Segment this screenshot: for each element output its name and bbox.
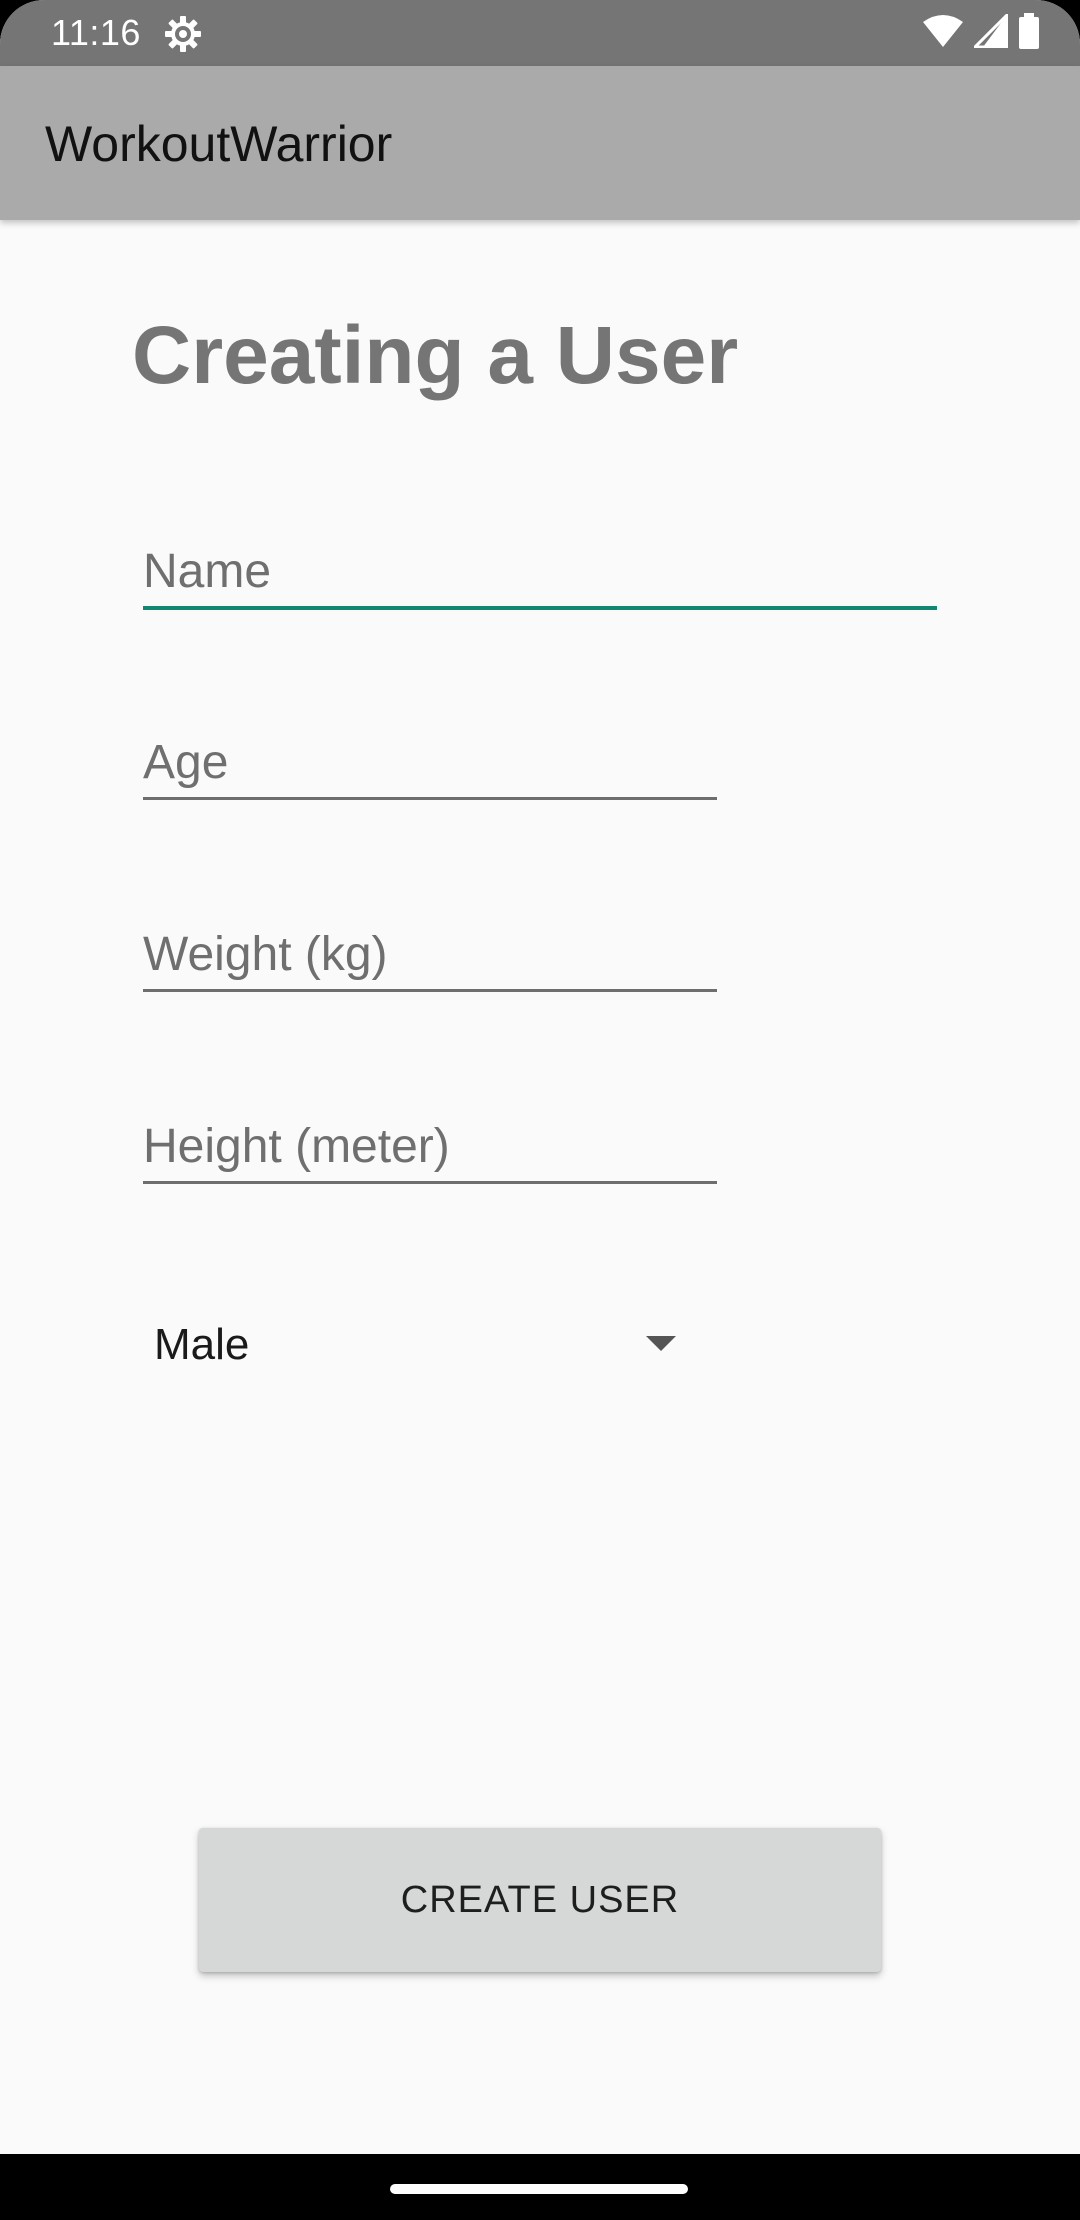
status-time: 11:16 bbox=[51, 12, 141, 53]
home-gesture-handle[interactable] bbox=[390, 2184, 688, 2194]
weight-field-container bbox=[143, 919, 717, 992]
page-title: Creating a User bbox=[132, 310, 739, 401]
status-bar: 11:16 bbox=[0, 0, 1080, 66]
app-title: WorkoutWarrior bbox=[45, 116, 393, 172]
height-field-container bbox=[143, 1111, 717, 1184]
age-input[interactable] bbox=[143, 727, 717, 797]
create-user-button[interactable]: CREATE USER bbox=[199, 1828, 881, 1972]
app-bar: WorkoutWarrior bbox=[0, 66, 1080, 220]
battery-icon bbox=[1018, 12, 1040, 54]
gender-selected-value: Male bbox=[154, 1320, 250, 1369]
height-input[interactable] bbox=[143, 1111, 717, 1181]
app-screen: 11:16 WorkoutWarrior Creating a User Nam… bbox=[0, 0, 1080, 2154]
status-icons bbox=[922, 10, 1040, 54]
wifi-icon bbox=[922, 14, 964, 53]
cell-signal-icon bbox=[971, 10, 1009, 53]
settings-gear-icon bbox=[163, 14, 203, 54]
name-input[interactable] bbox=[143, 536, 937, 606]
system-nav-bar bbox=[0, 2154, 1080, 2220]
age-field-container bbox=[143, 727, 717, 800]
weight-input[interactable] bbox=[143, 919, 717, 989]
gender-dropdown[interactable]: Male bbox=[143, 1306, 688, 1384]
name-field-container bbox=[143, 536, 937, 610]
dropdown-arrow-icon bbox=[646, 1336, 676, 1351]
